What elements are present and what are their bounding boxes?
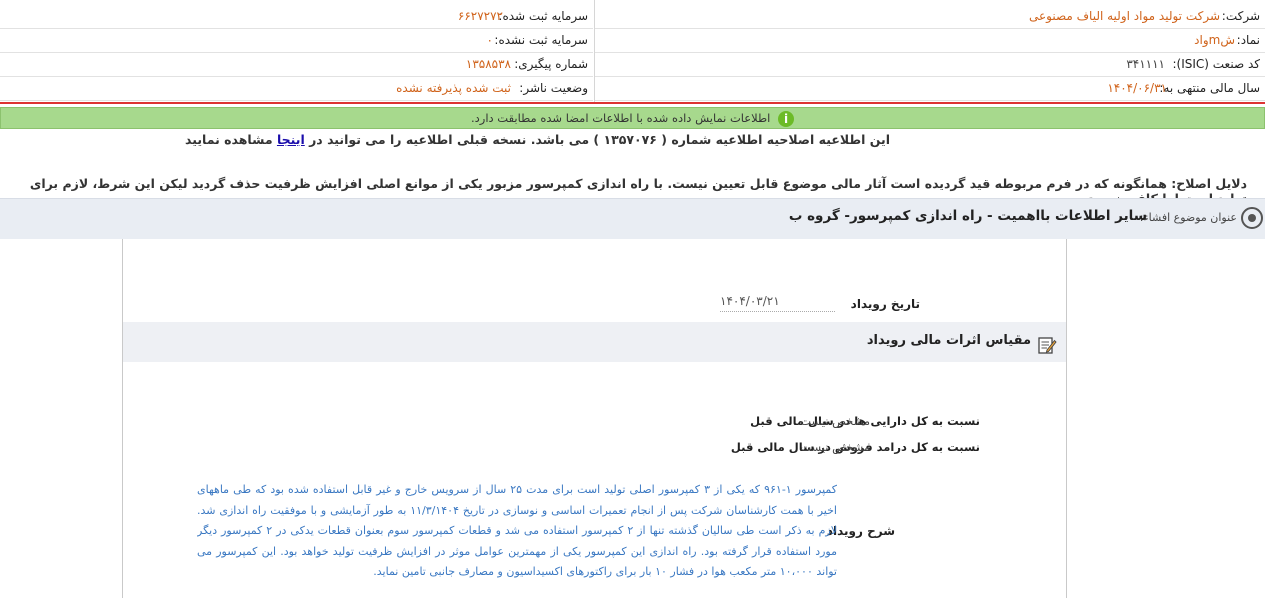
reg-capital-row: سرمایه ثبت شده: ۶۶۲۷۲۷۲ xyxy=(0,4,593,29)
symbol-row: نماد: شmواد xyxy=(595,28,1265,53)
isic-label: کد صنعت (ISIC): xyxy=(1172,57,1260,71)
unreg-capital-row: سرمایه ثبت نشده: ۰ xyxy=(0,28,593,53)
info-icon: i xyxy=(778,110,795,127)
financial-effects-title: مقیاس اثرات مالی رویداد xyxy=(866,333,1031,348)
fiscal-row: سال مالی منتهی به: ۱۴۰۴/۰۶/۳۱ xyxy=(595,76,1265,101)
symbol-value: شmواد xyxy=(1194,33,1235,47)
fiscal-value: ۱۴۰۴/۰۶/۳۱ xyxy=(1107,81,1167,95)
correction-text-before: این اطلاعیه اصلاحیه اطلاعیه شماره ( ۱۳۵۷… xyxy=(309,132,890,147)
publisher-status-value: ثبت شده پذیرفته نشده xyxy=(396,81,511,95)
fiscal-label: سال مالی منتهی به: xyxy=(1159,81,1260,95)
event-date-label: تاریخ رویداد xyxy=(850,297,920,311)
company-row: شرکت: شرکت تولید مواد اولیه الیاف مصنوعی xyxy=(595,4,1265,29)
description-label: شرح رویداد xyxy=(826,524,895,538)
topic-bar: عنوان موضوع افشاء: سایر اطلاعات بااهمیت … xyxy=(0,198,1265,239)
event-description: کمپرسور ۱-۹۶۱ که یکی از ۳ کمپرسور اصلی ت… xyxy=(197,483,837,579)
reg-capital-value: ۶۶۲۷۲۷۲ xyxy=(457,9,503,23)
isic-row: کد صنعت (ISIC): ۳۴۱۱۱۱ xyxy=(595,52,1265,77)
target-icon xyxy=(1241,207,1263,229)
revenue-ratio-value: مشخص نیست xyxy=(800,440,870,454)
correction-notice: این اطلاعیه اصلاحیه اطلاعیه شماره ( ۱۳۵۷… xyxy=(185,132,890,147)
edit-icon xyxy=(1038,337,1057,354)
unreg-capital-label: سرمایه ثبت نشده: xyxy=(494,33,588,47)
verification-notice: i اطلاعات نمایش داده شده با اطلاعات امضا… xyxy=(0,107,1265,129)
topic-value: سایر اطلاعات بااهمیت - راه اندازی کمپرسو… xyxy=(788,208,1147,224)
publisher-status-label: وضعیت ناشر: xyxy=(519,81,588,95)
tracking-label: شماره پیگیری: xyxy=(514,57,588,71)
company-value: شرکت تولید مواد اولیه الیاف مصنوعی xyxy=(1028,9,1220,23)
publisher-status-row: وضعیت ناشر: ثبت شده پذیرفته نشده xyxy=(0,76,593,101)
topic-label: عنوان موضوع افشاء: xyxy=(1139,211,1237,224)
company-label: شرکت: xyxy=(1221,9,1260,23)
symbol-label: نماد: xyxy=(1236,33,1260,47)
event-date-value: ۱۴۰۴/۰۳/۲۱ xyxy=(720,294,835,312)
notice-text: اطلاعات نمایش داده شده با اطلاعات امضا ش… xyxy=(470,111,771,125)
unreg-capital-value: ۰ xyxy=(486,33,493,47)
reg-capital-label: سرمایه ثبت شده: xyxy=(498,9,588,23)
isic-value: ۳۴۱۱۱۱ xyxy=(1126,57,1165,71)
tracking-value: ۱۳۵۸۵۳۸ xyxy=(465,57,511,71)
assets-ratio-value: مشخص نیست xyxy=(800,414,870,428)
header-panel: شرکت: شرکت تولید مواد اولیه الیاف مصنوعی… xyxy=(0,0,1265,104)
tracking-row: شماره پیگیری: ۱۳۵۸۵۳۸ xyxy=(0,52,593,77)
correction-text-after: مشاهده نمایید xyxy=(185,132,273,147)
previous-version-link[interactable]: اینجا xyxy=(277,132,305,147)
